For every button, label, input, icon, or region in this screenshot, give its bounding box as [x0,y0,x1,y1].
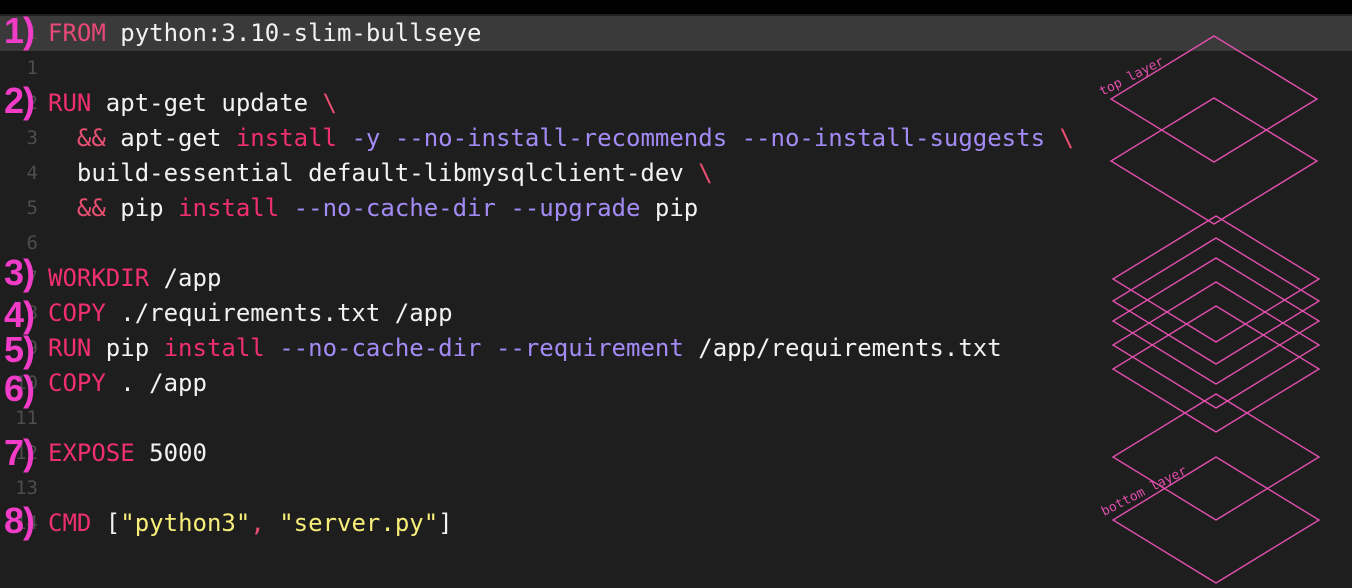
bottom-layer-label: bottom layer [1099,463,1190,519]
top-layer-label: top layer [1097,54,1167,99]
layer-diamond [1111,215,1321,343]
layer-diamond [1109,35,1319,163]
layer-diamond [1109,97,1319,225]
layer-diamond [1111,305,1321,433]
layer-diamond [1111,257,1321,385]
layer-diamond [1111,281,1321,409]
layers-diagram: top layer bottom layer [1097,35,1321,584]
layer-diamond [1111,237,1321,365]
